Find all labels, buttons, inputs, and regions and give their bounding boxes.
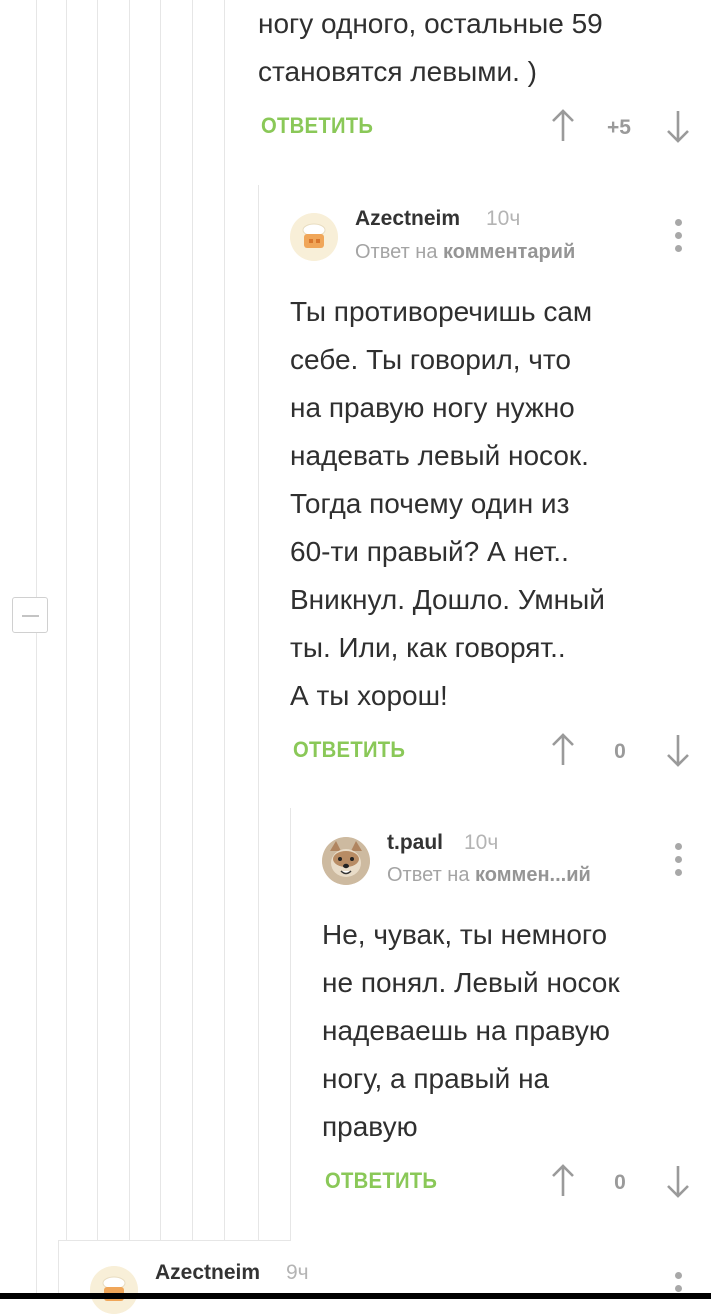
thread-line [290,808,291,1240]
thread-line [160,0,161,1240]
screen-bottom-edge [0,1293,711,1299]
reply-button[interactable]: ОТВЕТИТЬ [261,113,373,139]
reply-to-label: Ответ на коммен...ий [387,864,591,887]
reply-to-link[interactable]: комментарий [443,241,575,263]
thread-line [66,0,67,1240]
reply-to-prefix: Ответ на [387,864,470,886]
avatar[interactable] [322,837,370,885]
downvote-arrow-icon[interactable] [665,109,691,143]
reply-to-label: Ответ на комментарий [355,241,575,264]
collapse-thread-button[interactable] [12,597,48,633]
comment-text: ногу одного, остальные 59 становятся лев… [258,8,603,87]
username[interactable]: t.paul [387,831,443,855]
comment-time: 9ч [286,1261,309,1284]
username[interactable]: Azectneim [355,207,460,231]
thread-line [58,1240,291,1241]
avatar[interactable] [90,1266,138,1314]
reply-button[interactable]: ОТВЕТИТЬ [293,737,405,763]
chef-hat-avatar-icon [90,1266,138,1314]
more-options-icon[interactable] [673,843,685,877]
more-options-icon[interactable] [673,219,685,253]
rating-count: 0 [614,740,626,763]
upvote-arrow-icon[interactable] [550,733,576,767]
rating-count: 0 [614,1171,626,1194]
dog-avatar-icon [322,837,370,885]
rating-count: +5 [607,116,631,139]
comment-time: 10ч [486,207,521,230]
comment-text: Ты противоречишь сам себе. Ты говорил, ч… [290,296,605,711]
thread-line [58,1240,59,1293]
reply-button[interactable]: ОТВЕТИТЬ [325,1168,437,1194]
upvote-arrow-icon[interactable] [550,1164,576,1198]
thread-line [36,0,37,1293]
chef-hat-avatar-icon [290,213,338,261]
more-options-icon[interactable] [673,1272,685,1293]
username[interactable]: Azectneim [155,1261,260,1285]
thread-line [258,185,259,1240]
comment-time: 10ч [464,831,499,854]
downvote-arrow-icon[interactable] [665,1164,691,1198]
upvote-arrow-icon[interactable] [550,109,576,143]
avatar[interactable] [290,213,338,261]
reply-to-link[interactable]: коммен...ий [475,864,591,886]
downvote-arrow-icon[interactable] [665,733,691,767]
thread-line [192,0,193,1240]
thread-line [129,0,130,1240]
comment-text: Не, чувак, ты немного не понял. Левый но… [322,919,620,1142]
thread-line [97,0,98,1240]
reply-to-prefix: Ответ на [355,241,438,263]
thread-line [224,0,225,1240]
